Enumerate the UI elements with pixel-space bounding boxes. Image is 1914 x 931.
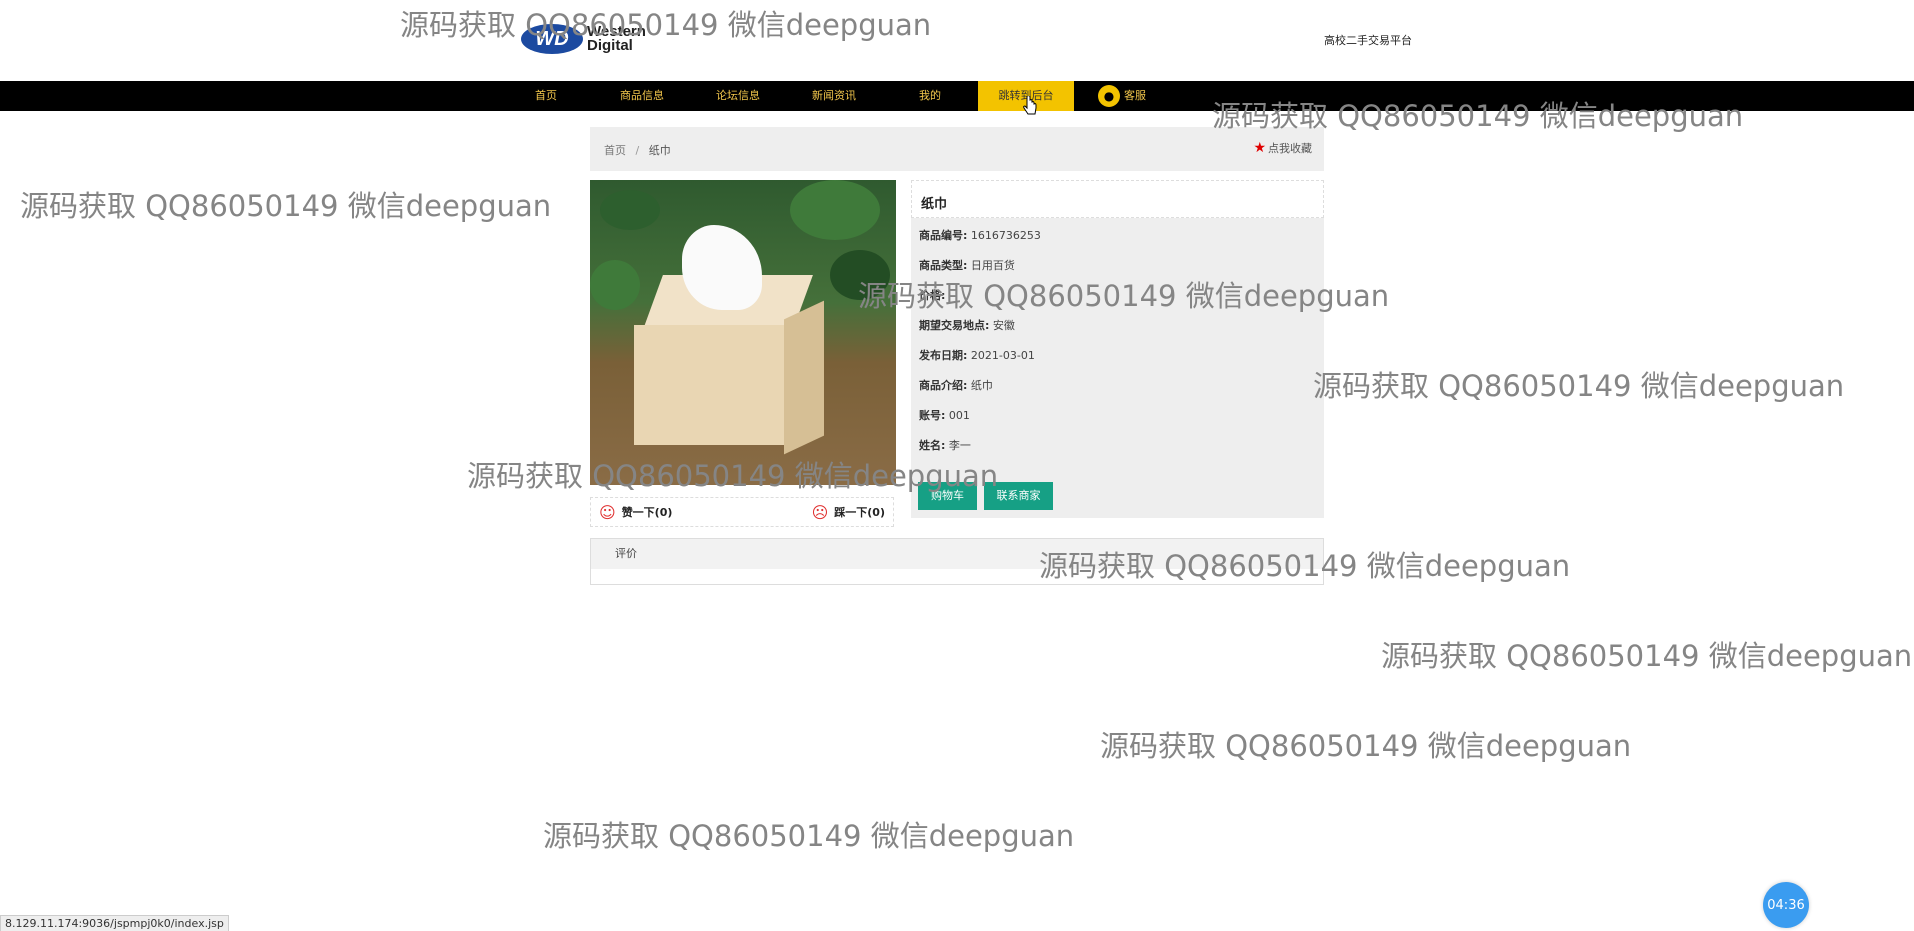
info-label: 发布日期: — [919, 349, 968, 362]
info-label: 价格: — [919, 289, 946, 302]
nav-item-products[interactable]: 商品信息 — [594, 81, 690, 111]
info-row-id: 商品编号: 1616736253 — [919, 227, 1041, 243]
nav-item-mine[interactable]: 我的 — [882, 81, 978, 111]
timer-badge[interactable]: 04:36 — [1763, 882, 1809, 928]
favorite-label: 点我收藏 — [1268, 142, 1312, 155]
info-label: 商品类型: — [919, 259, 968, 272]
info-label: 商品介绍: — [919, 379, 968, 392]
contact-seller-button[interactable]: 联系商家 — [984, 482, 1053, 510]
nav-item-forum[interactable]: 论坛信息 — [690, 81, 786, 111]
watermark: 源码获取 QQ86050149 微信deepguan — [20, 189, 552, 223]
breadcrumb-home[interactable]: 首页 — [604, 144, 626, 157]
info-value: 安徽 — [992, 319, 1015, 332]
info-label: 期望交易地点: — [919, 319, 990, 332]
info-label: 姓名: — [919, 439, 946, 452]
product-image — [590, 180, 896, 485]
info-row-name: 姓名: 李一 — [919, 437, 971, 453]
dislike-label: 踩一下(0) — [834, 506, 885, 519]
info-row-price: 价格: — [919, 287, 945, 303]
dislike-button[interactable]: ☹ 踩一下(0) — [812, 503, 885, 522]
frown-icon: ☹ — [811, 502, 829, 522]
site-logo[interactable]: WD Western Digital — [521, 22, 671, 56]
reviews-section: 评价 — [590, 538, 1324, 585]
smile-icon: ☺ — [599, 502, 616, 522]
favorite-button[interactable]: ★ 点我收藏 — [1253, 140, 1312, 156]
breadcrumb-bar: 首页 / 纸巾 ★ 点我收藏 — [590, 127, 1324, 171]
main-nav: 首页 商品信息 论坛信息 新闻资讯 我的 跳转到后台 ● 客服 — [0, 81, 1914, 111]
info-row-date: 发布日期: 2021-03-01 — [919, 347, 1035, 363]
breadcrumb-separator: / — [635, 144, 640, 157]
breadcrumb: 首页 / 纸巾 — [604, 142, 671, 158]
like-label: 赞一下(0) — [621, 506, 673, 519]
reviews-heading: 评价 — [591, 539, 1323, 569]
hand-cursor-icon — [1023, 96, 1037, 115]
info-value: 纸巾 — [970, 379, 993, 392]
info-row-intro: 商品介绍: 纸巾 — [919, 377, 993, 393]
logo-badge: WD — [521, 24, 583, 54]
vote-bar: ☺ 赞一下(0) ☹ 踩一下(0) — [590, 497, 894, 527]
site-title: 高校二手交易平台 — [1324, 34, 1412, 47]
logo-text: Western Digital — [587, 24, 646, 54]
wechat-icon: ● — [1098, 85, 1120, 107]
watermark: 源码获取 QQ86050149 微信deepguan — [1381, 639, 1913, 673]
like-button[interactable]: ☺ 赞一下(0) — [599, 503, 672, 522]
star-icon: ★ — [1253, 140, 1266, 156]
info-value: 2021-03-01 — [970, 349, 1035, 362]
info-value: 001 — [948, 409, 970, 422]
info-label: 账号: — [919, 409, 946, 422]
product-info-panel: 纸巾 商品编号: 1616736253 商品类型: 日用百货 价格: 期望交易地… — [911, 180, 1324, 518]
watermark: 源码获取 QQ86050149 微信deepguan — [1100, 729, 1632, 763]
nav-item-news[interactable]: 新闻资讯 — [786, 81, 882, 111]
breadcrumb-current: 纸巾 — [648, 144, 671, 157]
info-value: 李一 — [948, 439, 971, 452]
nav-item-service-label: 客服 — [1124, 89, 1146, 102]
info-value: 1616736253 — [970, 229, 1041, 242]
nav-item-home[interactable]: 首页 — [498, 81, 594, 111]
info-row-account: 账号: 001 — [919, 407, 970, 423]
watermark: 源码获取 QQ86050149 微信deepguan — [543, 819, 1075, 853]
watermark: 源码获取 QQ86050149 微信deepguan — [1313, 369, 1845, 403]
status-url: 8.129.11.174:9036/jspmpj0k0/index.jsp — [0, 915, 229, 931]
nav-item-service[interactable]: ● 客服 — [1074, 81, 1170, 111]
info-row-location: 期望交易地点: 安徽 — [919, 317, 1015, 333]
info-value: 日用百货 — [970, 259, 1015, 272]
info-label: 商品编号: — [919, 229, 968, 242]
product-title: 纸巾 — [911, 180, 1324, 218]
logo-line-2: Digital — [587, 37, 633, 54]
cart-button[interactable]: 购物车 — [918, 482, 977, 510]
info-row-type: 商品类型: 日用百货 — [919, 257, 1015, 273]
